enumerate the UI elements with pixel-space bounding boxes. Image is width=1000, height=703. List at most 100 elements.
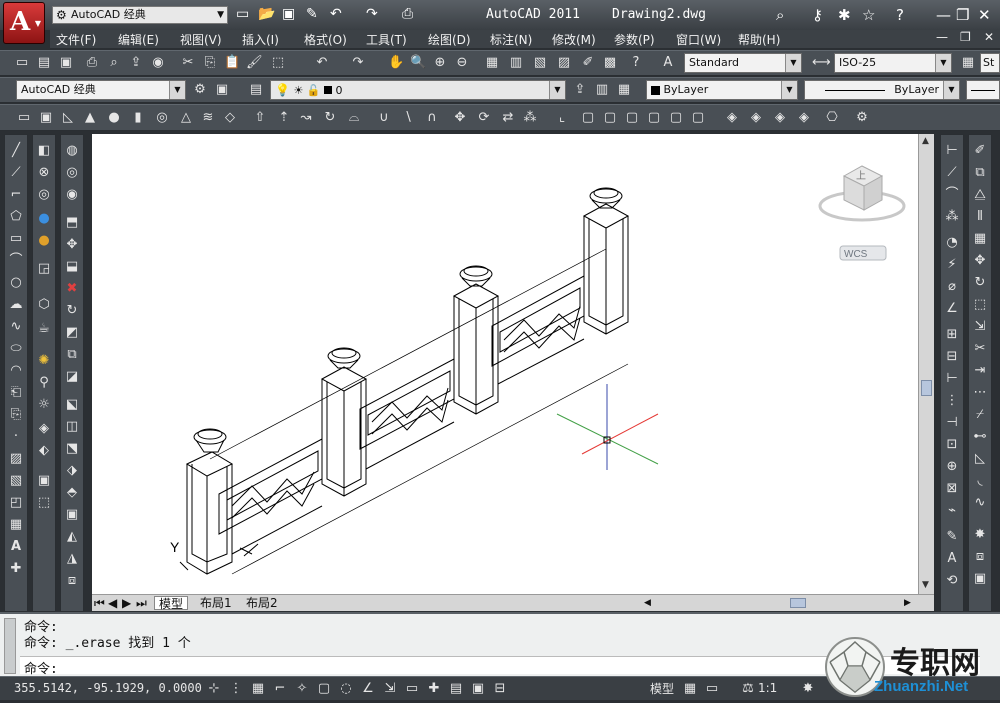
render-region-icon[interactable]: ◲ xyxy=(36,261,52,277)
scroll-down-icon[interactable]: ▼ xyxy=(922,580,929,590)
menu-modify[interactable]: 修改(M) xyxy=(552,31,596,48)
tab-model[interactable]: 模型 xyxy=(154,596,189,611)
lineweight-icon[interactable]: ✚ xyxy=(426,681,442,697)
redo-icon[interactable]: ↷ xyxy=(350,55,366,71)
menu-view[interactable]: 视图(V) xyxy=(180,31,222,48)
polysolid-icon[interactable]: ▭ xyxy=(16,110,32,126)
imprint-icon[interactable]: ⬔ xyxy=(64,441,80,457)
menu-insert[interactable]: 插入(I) xyxy=(242,31,279,48)
rectangle-icon[interactable]: ▭ xyxy=(8,231,24,247)
check-icon[interactable]: ◭ xyxy=(64,529,80,545)
delete-faces-icon[interactable]: ✖ xyxy=(64,281,80,297)
line-icon[interactable]: ╱ xyxy=(8,143,24,159)
minimize-icon[interactable]: — xyxy=(936,6,951,24)
spotlight-icon[interactable]: ⚲ xyxy=(36,375,52,391)
markup-icon[interactable]: ✐ xyxy=(580,55,596,71)
table-icon[interactable]: ▦ xyxy=(8,517,24,533)
undo-icon[interactable]: ↶ xyxy=(330,6,342,22)
help-icon[interactable]: ? xyxy=(628,55,644,71)
ellipse-icon[interactable]: ⬭ xyxy=(8,341,24,357)
circle-icon[interactable]: ○ xyxy=(8,275,24,291)
mirror-icon[interactable]: ⧋ xyxy=(972,187,988,203)
3d-osnap-icon[interactable]: ◌ xyxy=(338,681,354,697)
environment-icon[interactable]: ▣ xyxy=(36,473,52,489)
top-view-icon[interactable]: ▢ xyxy=(580,110,596,126)
scroll-right-icon[interactable]: ▶ xyxy=(904,596,911,610)
right-view-icon[interactable]: ▢ xyxy=(646,110,662,126)
diameter-icon[interactable]: ⌀ xyxy=(944,279,960,295)
preview-icon[interactable]: ⌕ xyxy=(106,55,122,71)
chamfer-icon[interactable]: ◺ xyxy=(972,451,988,467)
explode-icon[interactable]: ✸ xyxy=(972,527,988,543)
color-select[interactable]: ByLayer ▼ xyxy=(646,80,798,100)
block-editor-icon[interactable]: ⬚ xyxy=(270,55,286,71)
construction-line-icon[interactable]: ⟋ xyxy=(8,165,24,181)
ucs-icon[interactable]: ⌞ xyxy=(554,110,570,126)
aligned-dim-icon[interactable]: ⟋ xyxy=(944,165,960,181)
intersect-icon[interactable]: ◉ xyxy=(64,187,80,203)
wcs-label[interactable]: WCS xyxy=(844,249,868,260)
break-icon[interactable]: ⊣ xyxy=(944,415,960,431)
zoom-realtime-icon[interactable]: 🔍 xyxy=(410,55,426,71)
array-icon[interactable]: ▦ xyxy=(972,231,988,247)
scale-icon[interactable]: ⬚ xyxy=(972,297,988,313)
point-icon[interactable]: · xyxy=(8,429,24,445)
slice-icon[interactable]: ◮ xyxy=(64,551,80,567)
insert-block-icon[interactable]: ⎗ xyxy=(8,385,24,401)
spline-icon[interactable]: ∿ xyxy=(8,319,24,335)
scroll-up-icon[interactable]: ▲ xyxy=(922,136,929,146)
exchange-icon[interactable]: ✱ xyxy=(838,6,851,24)
blend-icon[interactable]: ∿ xyxy=(972,495,988,511)
selection-cycling-icon[interactable]: ⊟ xyxy=(492,681,508,697)
separate-icon[interactable]: ⬘ xyxy=(64,485,80,501)
annotation-visibility-icon[interactable]: ✸ xyxy=(800,681,816,697)
ne-iso-icon[interactable]: ◈ xyxy=(772,110,788,126)
menu-edit[interactable]: 编辑(E) xyxy=(118,31,159,48)
customize-icon[interactable]: ▣ xyxy=(214,82,230,98)
draworder-icon[interactable]: ⧈ xyxy=(972,549,988,565)
undo-icon[interactable]: ↶ xyxy=(314,55,330,71)
camera-icon[interactable]: ⎔ xyxy=(824,110,840,126)
ordinate-icon[interactable]: ⁂ xyxy=(944,209,960,225)
sphere-icon[interactable]: ● xyxy=(106,110,122,126)
region-icon[interactable]: ◰ xyxy=(8,495,24,511)
doc-restore-icon[interactable]: ❐ xyxy=(960,30,971,44)
pyramid-icon[interactable]: △ xyxy=(178,110,194,126)
offset-icon[interactable]: ⫴ xyxy=(972,209,988,225)
presspull-icon[interactable]: ⇡ xyxy=(276,110,292,126)
erase-icon[interactable]: ✐ xyxy=(972,143,988,159)
open-icon[interactable]: ▤ xyxy=(36,55,52,71)
union-icon[interactable]: ∪ xyxy=(376,110,392,126)
tool-palettes-icon[interactable]: ▧ xyxy=(532,55,548,71)
gradient-icon[interactable]: ▧ xyxy=(8,473,24,489)
add-selected-icon[interactable]: ✚ xyxy=(8,561,24,577)
command-window-grip[interactable] xyxy=(4,618,16,674)
inspection-icon[interactable]: ⊠ xyxy=(944,481,960,497)
render-window-icon[interactable]: ⬚ xyxy=(36,495,52,511)
3d-print-icon[interactable]: ◉ xyxy=(150,55,166,71)
table-style-select[interactable]: St xyxy=(980,53,1000,73)
section-icon[interactable]: ⧈ xyxy=(64,573,80,589)
move-faces-icon[interactable]: ✥ xyxy=(64,237,80,253)
sun-properties-icon[interactable]: ☼ xyxy=(36,397,52,413)
cylinder-icon[interactable]: ▮ xyxy=(130,110,146,126)
copy-icon[interactable]: ⧉ xyxy=(972,165,988,181)
jogged-linear-icon[interactable]: ⌁ xyxy=(944,503,960,519)
radius-icon[interactable]: ◔ xyxy=(944,235,960,251)
menu-window[interactable]: 窗口(W) xyxy=(676,31,721,48)
plot-icon[interactable]: ⎙ xyxy=(402,6,413,22)
realistic-icon[interactable]: ◎ xyxy=(36,187,52,203)
visual-style-icon[interactable]: ⊗ xyxy=(36,165,52,181)
subtract-icon[interactable]: ∖ xyxy=(400,110,416,126)
close-icon[interactable]: ✕ xyxy=(978,6,991,24)
vertical-scrollbar[interactable]: ▲ ▼ xyxy=(918,134,934,594)
zoom-previous-icon[interactable]: ⊖ xyxy=(454,55,470,71)
taper-faces-icon[interactable]: ◩ xyxy=(64,325,80,341)
ortho-icon[interactable]: ⌐ xyxy=(272,681,288,697)
polar-icon[interactable]: ✧ xyxy=(294,681,310,697)
help-icon[interactable]: ? xyxy=(896,6,904,24)
intersect-icon[interactable]: ∩ xyxy=(424,110,440,126)
3d-rotate-icon[interactable]: ⟳ xyxy=(476,110,492,126)
rotate-faces-icon[interactable]: ↻ xyxy=(64,303,80,319)
tab-next-icon[interactable]: ▶ xyxy=(122,596,131,610)
